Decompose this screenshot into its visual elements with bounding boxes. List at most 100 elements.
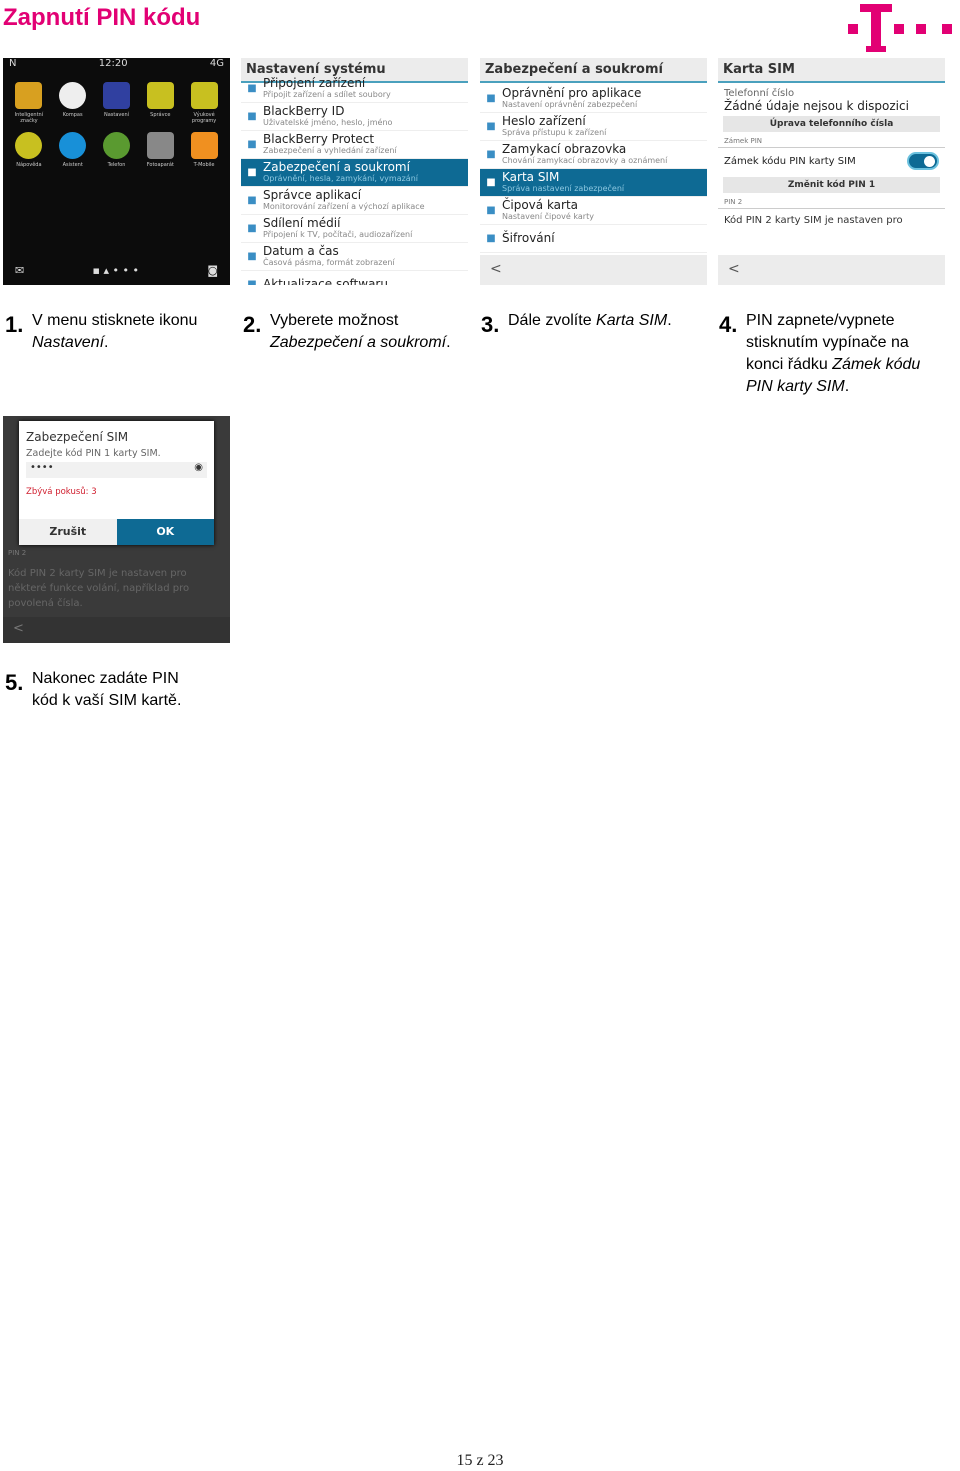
item-title: Šifrování xyxy=(502,231,555,245)
screenshot-sim-card: Karta SIM Telefonní číslo Žádné údaje ne… xyxy=(718,58,945,285)
app-icon[interactable]: Nápověda xyxy=(7,132,51,168)
step-number: 3. xyxy=(481,312,500,337)
refresh-icon: ■ xyxy=(247,279,257,285)
app-icon[interactable]: Telefon xyxy=(95,132,139,168)
list-item[interactable]: ■ Připojení zařízení Připojit zařízení a s… xyxy=(241,75,468,103)
item-subtitle: Uživatelské jméno, heslo, jméno xyxy=(263,118,393,127)
screen-header: Karta SIM xyxy=(718,58,945,83)
show-password-icon[interactable]: ◉ xyxy=(194,462,203,478)
cancel-button[interactable]: Zrušit xyxy=(19,519,117,545)
list-item[interactable]: ■ BlackBerry ID Uživatelské jméno, heslo, … xyxy=(241,103,468,131)
page-title: Zapnutí PIN kódu xyxy=(3,4,201,31)
app-label: Asistent xyxy=(62,162,83,168)
app-label: T-Mobile xyxy=(193,162,215,168)
list-item[interactable]: ■ Zabezpečení a soukromí Oprávnění, hesla,… xyxy=(241,159,468,187)
screen-header: Zabezpečení a soukromí xyxy=(480,58,707,83)
step-end: . xyxy=(844,378,850,395)
back-button[interactable]: < xyxy=(718,255,945,285)
check-icon: ■ xyxy=(486,93,496,104)
item-title: Sdílení médií xyxy=(263,216,341,230)
item-title: Datum a čas xyxy=(263,244,339,258)
change-pin-button[interactable]: Změnit kód PIN 1 xyxy=(723,177,940,193)
page-dots: ▪ ▴ • • • xyxy=(92,264,139,277)
calendar-icon: ■ xyxy=(247,251,257,262)
step-caption: 4. PIN zapnete/vypnete stisknutím vypínač… xyxy=(719,310,934,398)
list-item[interactable]: ■ Šifrování xyxy=(480,225,707,253)
app-icon[interactable]: Inteligentní značky xyxy=(7,82,51,124)
list-item[interactable]: ■ Heslo zařízení Správa přístupu k zařízen… xyxy=(480,113,707,141)
step-caption: 5. Nakonec zadáte PIN kód k vaší SIM kart… xyxy=(5,668,205,712)
app-label: Telefon xyxy=(107,162,126,168)
lock-icon: ■ xyxy=(247,167,257,178)
app-tile-icon xyxy=(15,132,43,159)
edit-phone-button[interactable]: Úprava telefonního čísla xyxy=(723,116,940,132)
screenshot-pin-dialog: PIN 2 Kód PIN 2 karty SIM je nastaven pr… xyxy=(3,416,230,643)
item-title: Zamykací obrazovka xyxy=(502,142,627,156)
messages-icon[interactable]: ✉ xyxy=(15,264,24,277)
list-item[interactable]: ■ Sdílení médií Připojení k TV, počítači, … xyxy=(241,215,468,243)
item-subtitle: Chování zamykací obrazovky a oznámení xyxy=(502,156,668,165)
list-item[interactable]: ■ Čipová karta Nastavení čipové karty xyxy=(480,197,707,225)
id-card-icon: ■ xyxy=(247,111,257,122)
app-tile-icon xyxy=(102,82,130,109)
list-item[interactable]: ■ Datum a čas Časová pásma, formát zobraze… xyxy=(241,243,468,271)
app-tile-icon xyxy=(190,132,218,159)
app-label: Výukové programy xyxy=(191,112,217,124)
step-text: Vyberete možnost xyxy=(270,312,399,329)
list-item[interactable]: ■ Oprávnění pro aplikace Nastavení oprávně… xyxy=(480,85,707,113)
item-title: Čipová karta xyxy=(502,198,579,212)
app-tile-icon xyxy=(15,82,43,109)
app-tile-icon xyxy=(59,82,87,109)
list-item[interactable]: ■ Správce aplikací Monitorování zařízení a… xyxy=(241,187,468,215)
app-icon[interactable]: Nastavení xyxy=(95,82,139,124)
app-icon[interactable]: T-Mobile xyxy=(182,132,226,168)
status-signal: 4G xyxy=(209,58,224,69)
app-icon[interactable]: Výukové programy xyxy=(182,82,226,124)
app-icon[interactable]: Fotoaparát xyxy=(138,132,182,168)
back-button[interactable]: < xyxy=(480,255,707,285)
device-icon: ■ xyxy=(247,83,257,94)
step-caption: 2. Vyberete možnost Zabezpečení a soukrom… xyxy=(243,310,458,354)
section-pin: Zámek PIN xyxy=(718,135,945,148)
section-pin2: PIN 2 xyxy=(718,196,945,209)
item-title: BlackBerry Protect xyxy=(263,132,375,146)
screenshot-system-settings: Nastavení systému ■ Připojení zařízení Při… xyxy=(241,58,468,285)
pin-input[interactable]: •••• ◉ xyxy=(26,462,207,478)
app-icon[interactable]: Asistent xyxy=(51,132,95,168)
screenshot-security-privacy: Zabezpečení a soukromí ■ Oprávnění pro ap… xyxy=(480,58,707,285)
back-button[interactable]: < xyxy=(3,617,230,643)
list-item[interactable]: ■ BlackBerry Protect Zabezpečení a vyhledá… xyxy=(241,131,468,159)
list-item[interactable]: ■ Zamykací obrazovka Chování zamykací obra… xyxy=(480,141,707,169)
item-subtitle: Monitorování zařízení a výchozí aplikace xyxy=(263,202,425,211)
key-icon: ■ xyxy=(486,121,496,132)
step-end: . xyxy=(104,334,109,351)
status-time: 12:20 xyxy=(98,58,128,69)
list-item[interactable]: ■ Karta SIM Správa nastavení zabezpečení xyxy=(480,169,707,197)
step-number: 2. xyxy=(243,312,262,337)
item-title: BlackBerry ID xyxy=(263,104,345,118)
step-emphasis: Karta SIM xyxy=(596,312,668,329)
app-icon[interactable]: Kompas xyxy=(51,82,95,124)
dialog-prompt: Zadejte kód PIN 1 karty SIM. xyxy=(26,448,161,459)
app-label: Správce xyxy=(150,112,171,118)
step-end: . xyxy=(667,312,672,329)
ok-button[interactable]: OK xyxy=(116,519,214,545)
app-icon[interactable]: Správce xyxy=(138,82,182,124)
app-label: Fotoaparát xyxy=(146,162,174,168)
pin2-text: Kód PIN 2 karty SIM je nastaven pro xyxy=(724,215,903,226)
phone-value: Žádné údaje nejsou k dispozici xyxy=(724,99,909,113)
bg-text: Kód PIN 2 karty SIM je nastaven pro někt… xyxy=(8,568,190,609)
camera-icon[interactable]: ◙ xyxy=(207,264,218,277)
sim-dialog: Zabezpečení SIM Zadejte kód PIN 1 karty … xyxy=(19,421,214,545)
screenshot-home-screen: N 12:20 4G Inteligentní značky Kompas Nastav… xyxy=(3,58,230,285)
pin-value: •••• xyxy=(30,462,54,473)
pin-lock-toggle[interactable] xyxy=(907,152,939,170)
smartcard-icon: ■ xyxy=(486,205,496,216)
item-title: Správce aplikací xyxy=(263,188,362,202)
item-title: Aktualizace softwaru xyxy=(263,277,388,286)
step-number: 5. xyxy=(5,670,24,695)
phone-icon: ■ xyxy=(486,149,496,160)
envelope-icon: ■ xyxy=(486,233,496,244)
app-label: Nastavení xyxy=(103,112,129,118)
list-item[interactable]: ■ Aktualizace softwaru xyxy=(241,271,468,286)
